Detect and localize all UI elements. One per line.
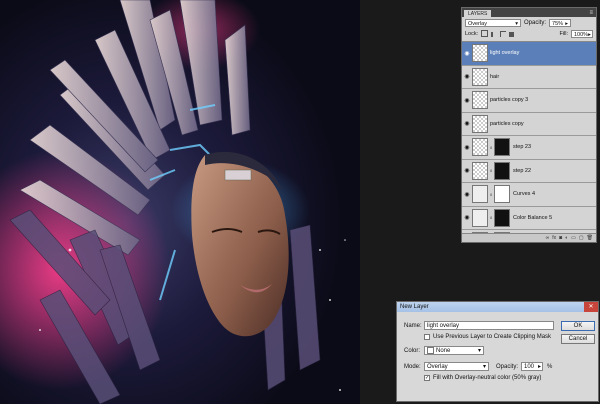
fill-neutral-label: Fill with Overlay-neutral color (50% gra… (433, 375, 542, 381)
new-layer-dialog: New Layer ✕ Name: light overlay Use Prev… (396, 301, 599, 402)
dialog-title: New Layer (400, 304, 429, 310)
lock-icons (481, 29, 515, 39)
layer-name: particles copy (490, 120, 524, 127)
adjustment-thumbnail-icon (472, 185, 488, 204)
layer-list: ◉ light overlay ◉ hair ◉ particles copy 3 ◉ par… (462, 41, 596, 236)
dialog-opacity-label: Opacity: (496, 364, 519, 370)
panel-footer: ∞ fx ◙ ◐ ▭ ▢ 🗑 (462, 233, 596, 242)
opacity-unit: % (547, 364, 553, 370)
layer-mask-thumbnail[interactable] (494, 208, 510, 227)
adjustment-thumbnail-icon (472, 208, 488, 227)
chevron-down-icon: ▾ (482, 364, 486, 370)
fill-neutral-checkbox[interactable]: ✓ (424, 375, 430, 381)
eye-icon[interactable]: ◉ (462, 73, 472, 80)
chevron-down-icon: ▾ (515, 21, 518, 27)
dialog-opacity-field[interactable]: 100 ▸ (521, 362, 543, 371)
new-layer-icon[interactable]: ▢ (579, 235, 584, 241)
layers-panel: LAYERS ≡ Overlay ▾ Opacity: 75% ▸ Lock: … (461, 7, 597, 243)
layer-name: hair (490, 73, 500, 80)
eye-icon[interactable]: ◉ (462, 191, 472, 198)
link-layers-icon[interactable]: ∞ (546, 235, 550, 241)
chevron-right-icon: ▸ (588, 32, 591, 38)
eye-icon[interactable]: ◉ (462, 120, 472, 127)
clipping-mask-label: Use Previous Layer to Create Clipping Ma… (433, 334, 552, 340)
adjustment-icon[interactable]: ◐ (565, 235, 568, 241)
mode-label: Mode: (404, 364, 421, 370)
lock-transparency-icon[interactable] (481, 29, 489, 37)
eye-icon[interactable]: ◉ (462, 97, 472, 104)
opacity-value: 75% (552, 21, 564, 27)
lock-all-icon[interactable] (508, 31, 514, 37)
layer-row[interactable]: ◉ 8 Color Balance 5 (462, 207, 596, 230)
opacity-label: Opacity: (524, 20, 547, 26)
fill-label: Fill: (559, 31, 568, 37)
layer-mask-thumbnail[interactable] (494, 161, 510, 180)
new-group-icon[interactable]: ▭ (571, 235, 576, 241)
layer-row[interactable]: ◉ 8 step 22 (462, 160, 596, 183)
layer-name: light overlay (490, 50, 520, 57)
color-select[interactable]: None ▾ (424, 346, 484, 355)
layer-mask-thumbnail[interactable] (494, 138, 510, 157)
layer-row[interactable]: ◉ hair (462, 66, 596, 89)
dialog-opacity-value: 100 (524, 364, 535, 370)
lock-label: Lock: (465, 31, 479, 37)
ok-button[interactable]: OK (561, 321, 595, 331)
name-field[interactable]: light overlay (424, 321, 554, 330)
layer-name: Color Balance 5 (513, 214, 553, 221)
dialog-titlebar: New Layer ✕ (397, 302, 598, 312)
trash-icon[interactable]: 🗑 (587, 235, 593, 241)
mode-select[interactable]: Overlay ▾ (424, 362, 489, 371)
close-icon[interactable]: ✕ (584, 302, 598, 312)
blend-mode-select[interactable]: Overlay ▾ (465, 19, 521, 27)
layer-row[interactable]: ◉ light overlay (462, 42, 596, 66)
color-swatch (427, 347, 434, 354)
layer-row[interactable]: ◉ particles copy 3 (462, 89, 596, 113)
add-mask-icon[interactable]: ◙ (559, 235, 562, 241)
chevron-right-icon: ▸ (537, 364, 541, 370)
layer-thumbnail (472, 114, 488, 133)
layer-mask-thumbnail[interactable] (494, 185, 510, 204)
layer-thumbnail (472, 161, 488, 180)
blend-mode-value: Overlay (468, 21, 487, 27)
fill-value: 100% (574, 32, 589, 38)
eye-icon[interactable]: ◉ (462, 144, 472, 151)
eye-icon[interactable]: ◉ (462, 214, 472, 221)
fx-icon[interactable]: fx (552, 235, 556, 241)
layer-thumbnail (472, 138, 488, 157)
color-value: None (436, 348, 451, 355)
layer-name: step 22 (513, 167, 532, 174)
cancel-button[interactable]: Cancel (561, 334, 595, 344)
layer-row[interactable]: ◉ 8 step 23 (462, 136, 596, 160)
layer-name: Curves 4 (513, 191, 536, 198)
color-label: Color: (404, 348, 421, 354)
chevron-down-icon: ▾ (477, 348, 481, 354)
name-label: Name: (404, 323, 422, 329)
panel-tabbar: LAYERS ≡ (462, 8, 596, 17)
layer-name: step 23 (513, 144, 532, 151)
fill-field[interactable]: 100% ▸ (571, 30, 593, 38)
layer-thumbnail (472, 91, 488, 110)
mode-value: Overlay (427, 364, 448, 370)
layer-row[interactable]: ◉ 8 Curves 4 (462, 183, 596, 207)
tab-layers[interactable]: LAYERS (464, 10, 492, 17)
layer-name: particles copy 3 (490, 97, 529, 104)
chevron-right-icon: ▸ (565, 21, 569, 27)
eye-icon[interactable]: ◉ (462, 167, 472, 174)
lock-position-icon[interactable] (500, 30, 507, 37)
panel-menu-icon[interactable]: ≡ (589, 9, 596, 17)
layer-row[interactable]: ◉ particles copy (462, 113, 596, 136)
layer-thumbnail (472, 67, 488, 86)
layer-thumbnail (472, 44, 488, 63)
eye-icon[interactable]: ◉ (462, 50, 472, 57)
lock-pixels-icon[interactable] (490, 31, 498, 37)
opacity-field[interactable]: 75% ▸ (549, 19, 572, 27)
clipping-mask-checkbox[interactable] (424, 334, 430, 340)
